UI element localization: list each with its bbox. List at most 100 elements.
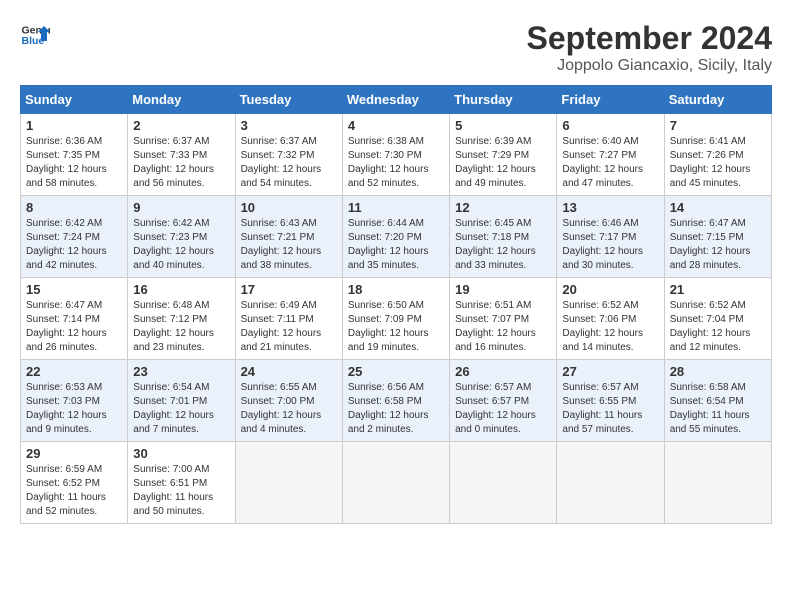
day-number: 17 [241, 282, 337, 297]
table-row [342, 442, 449, 524]
table-row [557, 442, 664, 524]
day-number: 2 [133, 118, 229, 133]
day-detail: Sunrise: 6:57 AM Sunset: 6:57 PM Dayligh… [455, 381, 551, 437]
day-number: 15 [26, 282, 122, 297]
table-row: 15 Sunrise: 6:47 AM Sunset: 7:14 PM Dayli… [21, 278, 128, 360]
day-number: 8 [26, 200, 122, 215]
table-row: 20Sunrise: 6:52 AM Sunset: 7:06 PM Dayli… [557, 278, 664, 360]
table-row [450, 442, 557, 524]
day-number: 12 [455, 200, 551, 215]
table-row [664, 442, 771, 524]
day-detail: Sunrise: 6:53 AM Sunset: 7:03 PM Dayligh… [26, 381, 122, 437]
day-detail: Sunrise: 6:41 AM Sunset: 7:26 PM Dayligh… [670, 135, 766, 191]
day-number: 19 [455, 282, 551, 297]
day-number: 18 [348, 282, 444, 297]
day-detail: Sunrise: 6:37 AM Sunset: 7:32 PM Dayligh… [241, 135, 337, 191]
col-thursday: Thursday [450, 86, 557, 114]
day-detail: Sunrise: 6:57 AM Sunset: 6:55 PM Dayligh… [562, 381, 658, 437]
day-number: 22 [26, 364, 122, 379]
day-detail: Sunrise: 6:47 AM Sunset: 7:15 PM Dayligh… [670, 217, 766, 273]
calendar-table: Sunday Monday Tuesday Wednesday Thursday… [20, 85, 772, 524]
logo: General Blue [20, 20, 50, 50]
col-sunday: Sunday [21, 86, 128, 114]
table-row: 3 Sunrise: 6:37 AM Sunset: 7:32 PM Daylig… [235, 114, 342, 196]
table-row: 23 Sunrise: 6:54 AM Sunset: 7:01 PM Dayli… [128, 360, 235, 442]
day-detail: Sunrise: 6:36 AM Sunset: 7:35 PM Dayligh… [26, 135, 122, 191]
table-row: 25Sunrise: 6:56 AM Sunset: 6:58 PM Dayli… [342, 360, 449, 442]
day-number: 26 [455, 364, 551, 379]
table-row: 5 Sunrise: 6:39 AM Sunset: 7:29 PM Daylig… [450, 114, 557, 196]
day-detail: Sunrise: 6:40 AM Sunset: 7:27 PM Dayligh… [562, 135, 658, 191]
day-detail: Sunrise: 6:44 AM Sunset: 7:20 PM Dayligh… [348, 217, 444, 273]
day-detail: Sunrise: 6:42 AM Sunset: 7:23 PM Dayligh… [133, 217, 229, 273]
day-detail: Sunrise: 6:38 AM Sunset: 7:30 PM Dayligh… [348, 135, 444, 191]
table-row: 29Sunrise: 6:59 AM Sunset: 6:52 PM Dayli… [21, 442, 128, 524]
calendar-week-row: 29Sunrise: 6:59 AM Sunset: 6:52 PM Dayli… [21, 442, 772, 524]
day-number: 14 [670, 200, 766, 215]
day-detail: Sunrise: 6:52 AM Sunset: 7:04 PM Dayligh… [670, 299, 766, 355]
table-row: 4 Sunrise: 6:38 AM Sunset: 7:30 PM Daylig… [342, 114, 449, 196]
day-detail: Sunrise: 6:49 AM Sunset: 7:11 PM Dayligh… [241, 299, 337, 355]
day-detail: Sunrise: 6:52 AM Sunset: 7:06 PM Dayligh… [562, 299, 658, 355]
table-row: 27 Sunrise: 6:57 AM Sunset: 6:55 PM Dayli… [557, 360, 664, 442]
day-number: 16 [133, 282, 229, 297]
table-row: 11 Sunrise: 6:44 AM Sunset: 7:20 PM Dayli… [342, 196, 449, 278]
table-row: 28Sunrise: 6:58 AM Sunset: 6:54 PM Dayli… [664, 360, 771, 442]
day-detail: Sunrise: 6:37 AM Sunset: 7:33 PM Dayligh… [133, 135, 229, 191]
day-number: 9 [133, 200, 229, 215]
logo-icon: General Blue [20, 20, 50, 50]
table-row: 8Sunrise: 6:42 AM Sunset: 7:24 PM Daylig… [21, 196, 128, 278]
col-friday: Friday [557, 86, 664, 114]
day-detail: Sunrise: 6:46 AM Sunset: 7:17 PM Dayligh… [562, 217, 658, 273]
page-header: General Blue September 2024 Joppolo Gian… [20, 20, 772, 75]
calendar-week-row: 1Sunrise: 6:36 AM Sunset: 7:35 PM Daylig… [21, 114, 772, 196]
title-area: September 2024 Joppolo Giancaxio, Sicily… [527, 20, 772, 75]
day-number: 7 [670, 118, 766, 133]
col-tuesday: Tuesday [235, 86, 342, 114]
day-detail: Sunrise: 6:59 AM Sunset: 6:52 PM Dayligh… [26, 463, 122, 519]
day-detail: Sunrise: 6:47 AM Sunset: 7:14 PM Dayligh… [26, 299, 122, 355]
table-row: 17 Sunrise: 6:49 AM Sunset: 7:11 PM Dayli… [235, 278, 342, 360]
day-detail: Sunrise: 6:45 AM Sunset: 7:18 PM Dayligh… [455, 217, 551, 273]
table-row: 1Sunrise: 6:36 AM Sunset: 7:35 PM Daylig… [21, 114, 128, 196]
day-detail: Sunrise: 6:54 AM Sunset: 7:01 PM Dayligh… [133, 381, 229, 437]
col-monday: Monday [128, 86, 235, 114]
day-number: 23 [133, 364, 229, 379]
table-row: 22 Sunrise: 6:53 AM Sunset: 7:03 PM Dayli… [21, 360, 128, 442]
table-row: 12 Sunrise: 6:45 AM Sunset: 7:18 PM Dayli… [450, 196, 557, 278]
day-detail: Sunrise: 6:51 AM Sunset: 7:07 PM Dayligh… [455, 299, 551, 355]
table-row: 10 Sunrise: 6:43 AM Sunset: 7:21 PM Dayli… [235, 196, 342, 278]
day-detail: Sunrise: 7:00 AM Sunset: 6:51 PM Dayligh… [133, 463, 229, 519]
table-row: 21Sunrise: 6:52 AM Sunset: 7:04 PM Dayli… [664, 278, 771, 360]
day-detail: Sunrise: 6:39 AM Sunset: 7:29 PM Dayligh… [455, 135, 551, 191]
table-row: 16Sunrise: 6:48 AM Sunset: 7:12 PM Dayli… [128, 278, 235, 360]
table-row: 26 Sunrise: 6:57 AM Sunset: 6:57 PM Dayli… [450, 360, 557, 442]
day-detail: Sunrise: 6:55 AM Sunset: 7:00 PM Dayligh… [241, 381, 337, 437]
table-row: 19 Sunrise: 6:51 AM Sunset: 7:07 PM Dayli… [450, 278, 557, 360]
table-row: 24 Sunrise: 6:55 AM Sunset: 7:00 PM Dayli… [235, 360, 342, 442]
day-number: 24 [241, 364, 337, 379]
table-row: 18Sunrise: 6:50 AM Sunset: 7:09 PM Dayli… [342, 278, 449, 360]
day-number: 10 [241, 200, 337, 215]
day-number: 13 [562, 200, 658, 215]
table-row: 13 Sunrise: 6:46 AM Sunset: 7:17 PM Dayli… [557, 196, 664, 278]
month-year-title: September 2024 [527, 20, 772, 57]
day-number: 27 [562, 364, 658, 379]
calendar-week-row: 8Sunrise: 6:42 AM Sunset: 7:24 PM Daylig… [21, 196, 772, 278]
table-row: 6Sunrise: 6:40 AM Sunset: 7:27 PM Daylig… [557, 114, 664, 196]
table-row: 14 Sunrise: 6:47 AM Sunset: 7:15 PM Dayli… [664, 196, 771, 278]
table-row: 2 Sunrise: 6:37 AM Sunset: 7:33 PM Daylig… [128, 114, 235, 196]
day-number: 3 [241, 118, 337, 133]
col-wednesday: Wednesday [342, 86, 449, 114]
calendar-week-row: 15 Sunrise: 6:47 AM Sunset: 7:14 PM Dayli… [21, 278, 772, 360]
table-row [235, 442, 342, 524]
day-number: 30 [133, 446, 229, 461]
day-number: 5 [455, 118, 551, 133]
svg-text:Blue: Blue [22, 35, 45, 47]
day-number: 25 [348, 364, 444, 379]
day-detail: Sunrise: 6:43 AM Sunset: 7:21 PM Dayligh… [241, 217, 337, 273]
day-number: 11 [348, 200, 444, 215]
day-number: 4 [348, 118, 444, 133]
table-row: 9 Sunrise: 6:42 AM Sunset: 7:23 PM Daylig… [128, 196, 235, 278]
calendar-header-row: Sunday Monday Tuesday Wednesday Thursday… [21, 86, 772, 114]
